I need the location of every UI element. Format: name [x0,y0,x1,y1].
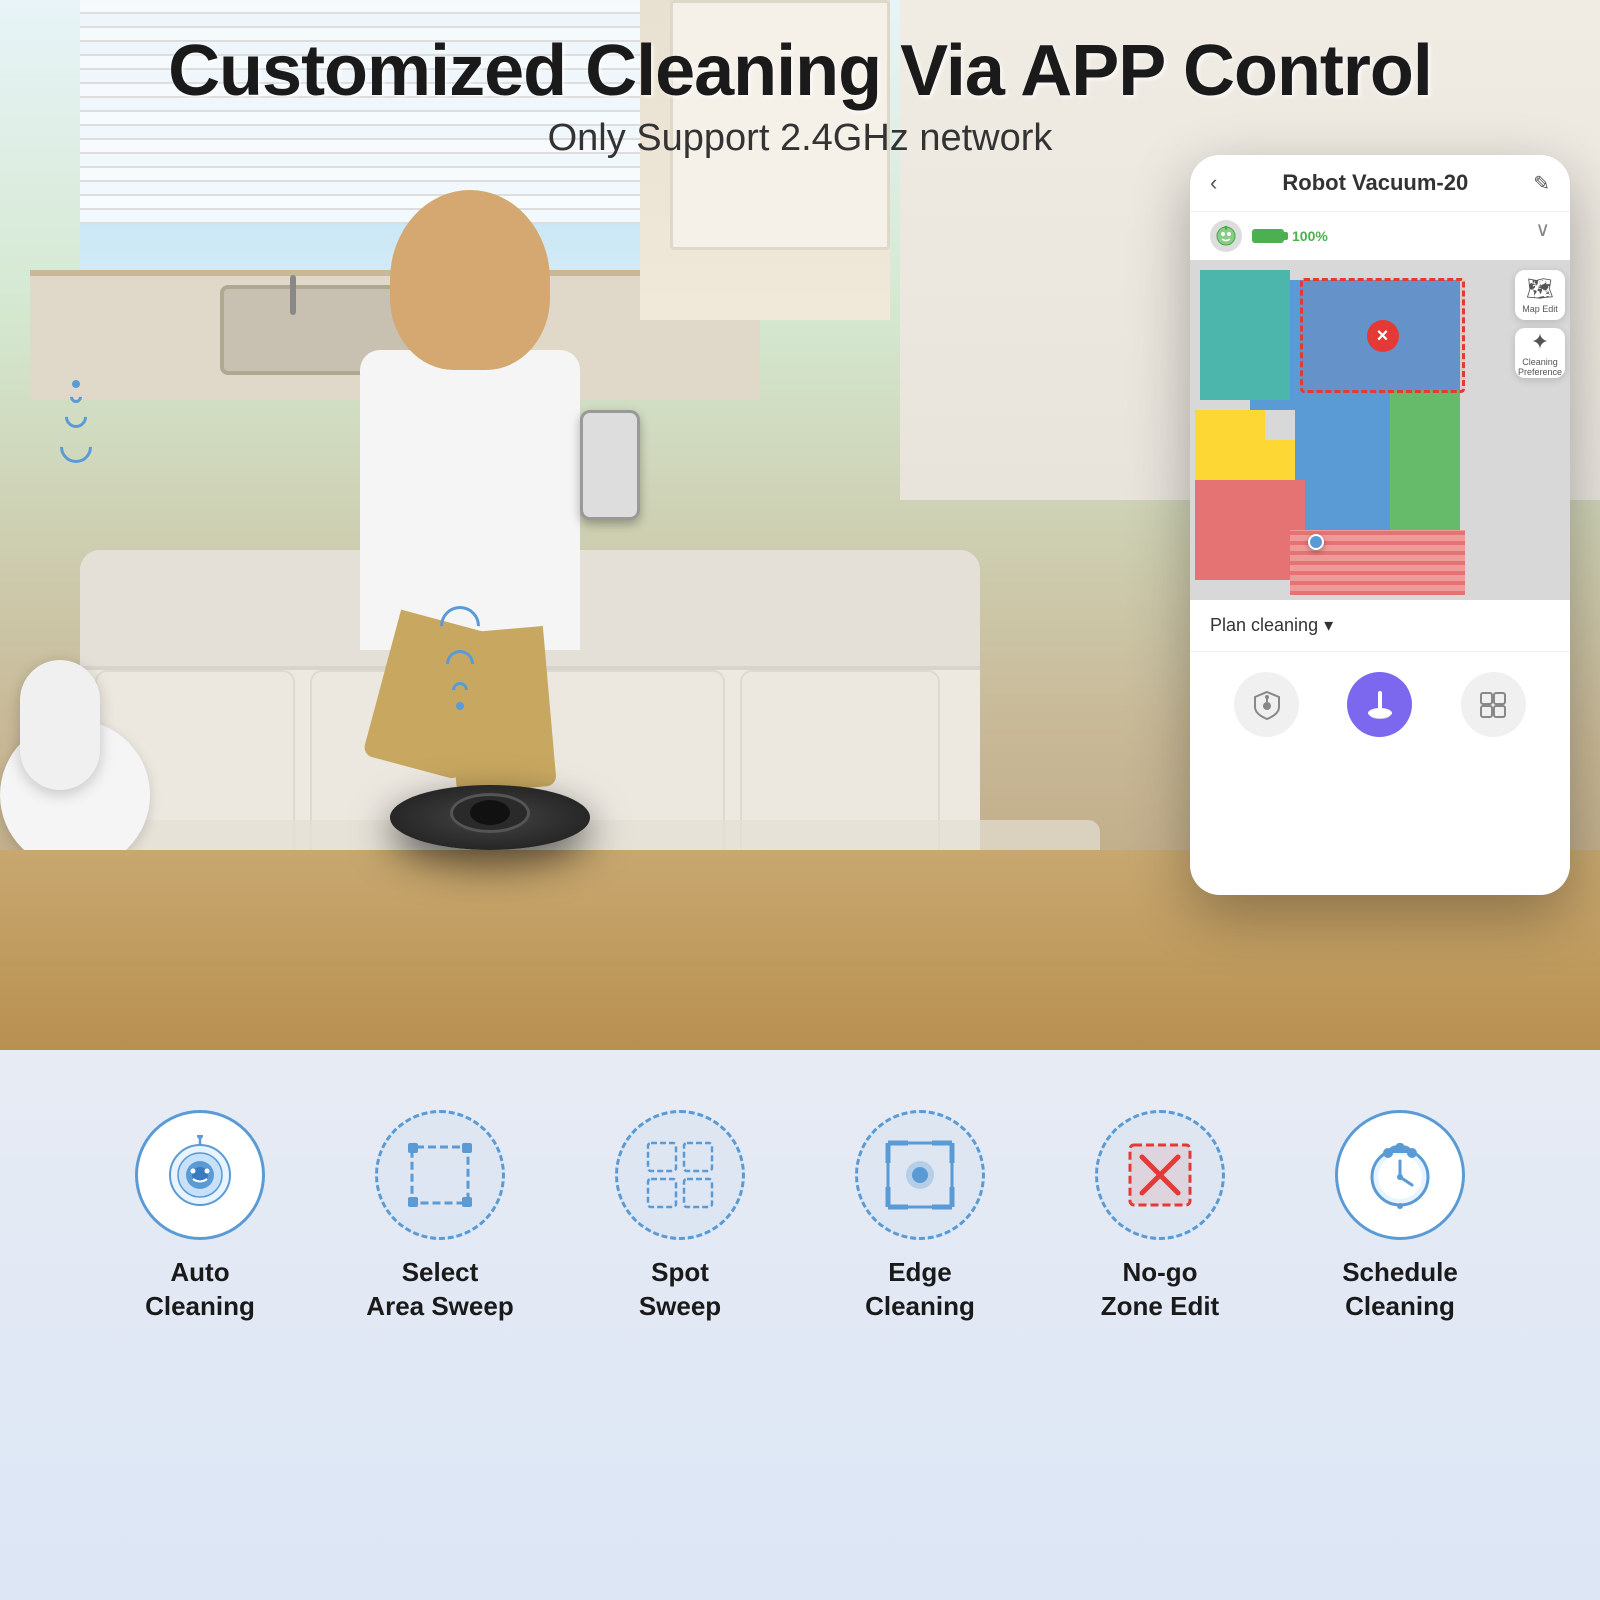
auto-cleaning-svg [160,1135,240,1215]
schedule-cleaning-icon-circle [1335,1110,1465,1240]
spot-sweep-icon-circle [615,1110,745,1240]
selected-zone[interactable]: × [1300,278,1465,393]
room-green [1390,390,1460,530]
map-edit-icon: 🗺 [1526,276,1554,302]
shield-icon [1251,689,1283,721]
feature-schedule-cleaning: Schedule Cleaning [1290,1110,1510,1324]
edit-button[interactable]: ✎ [1533,171,1550,196]
feature-nogo-zone: No-go Zone Edit [1050,1110,1270,1324]
feature-spot-sweep: Spot Sweep [570,1110,790,1324]
room-red [1195,480,1305,580]
phone-app-ui: ‹ Robot Vacuum-20 ✎ ∨ 100% [1190,155,1570,895]
status-bar: 100% [1190,212,1570,260]
wifi-signal-robot [440,606,480,710]
edge-cleaning-label: Edge Cleaning [865,1256,975,1324]
battery-percent: 100% [1292,228,1328,244]
plan-cleaning-section: Plan cleaning ▾ [1190,600,1570,652]
grid-icon [1477,689,1509,721]
wifi-signal-left [60,380,92,463]
auto-cleaning-icon-circle [135,1110,265,1240]
cleaning-modes-row [1190,652,1570,757]
edge-cleaning-icon-circle [855,1110,985,1240]
main-title: Customized Cleaning Via APP Control [0,30,1600,112]
person-figure [280,170,660,850]
shield-mode-button[interactable] [1234,672,1299,737]
cleaning-pref-icon: ✦ [1531,329,1549,355]
expand-button[interactable]: ∨ [1535,217,1550,242]
cleaning-pref-label: Cleaning Preference [1515,358,1565,378]
floor-map[interactable]: × 🗺 Map Edit ✦ Cleaning Preference [1190,260,1570,600]
area-sweep-svg [400,1135,480,1215]
robot-status-icon [1210,220,1242,252]
auto-cleaning-label: Auto Cleaning [145,1256,255,1324]
plan-label-text: Plan cleaning [1210,615,1318,636]
plan-label-arrow: ▾ [1324,615,1333,636]
header-section: Customized Cleaning Via APP Control Only… [0,30,1600,160]
schedule-cleaning-svg [1360,1135,1440,1215]
nogo-zone-svg [1120,1135,1200,1215]
grid-mode-button[interactable] [1461,672,1526,737]
features-row: Auto Cleaning Select Area Sweep [80,1110,1520,1324]
spot-sweep-svg [640,1135,720,1215]
nogo-zone-icon-circle [1095,1110,1225,1240]
map-edit-label: Map Edit [1522,305,1558,315]
battery-status: 100% [1252,228,1328,244]
robot-vacuum [390,785,590,850]
sub-title: Only Support 2.4GHz network [0,117,1600,160]
feature-auto-cleaning: Auto Cleaning [90,1110,310,1324]
delete-zone-button[interactable]: × [1367,320,1399,352]
edge-cleaning-svg [880,1135,960,1215]
plan-label[interactable]: Plan cleaning ▾ [1210,615,1550,636]
area-sweep-label: Select Area Sweep [366,1256,513,1324]
broom-mode-button[interactable] [1347,672,1412,737]
feature-area-sweep: Select Area Sweep [330,1110,550,1324]
area-sweep-icon-circle [375,1110,505,1240]
spot-sweep-label: Spot Sweep [639,1256,721,1324]
phone-app-title: Robot Vacuum-20 [1217,170,1533,196]
schedule-cleaning-label: Schedule Cleaning [1342,1256,1458,1324]
broom-icon [1362,687,1398,723]
robot-position-dot [1308,534,1324,550]
cleaning-preference-button[interactable]: ✦ Cleaning Preference [1515,328,1565,378]
room-teal-2 [1200,270,1290,400]
smart-speaker [20,660,100,790]
nogo-zone-label: No-go Zone Edit [1101,1256,1219,1324]
map-tools-panel: 🗺 Map Edit ✦ Cleaning Preference [1515,270,1565,378]
phone-header: ‹ Robot Vacuum-20 ✎ [1190,155,1570,212]
back-button[interactable]: ‹ [1210,170,1217,196]
feature-edge-cleaning: Edge Cleaning [810,1110,1030,1324]
map-edit-button[interactable]: 🗺 Map Edit [1515,270,1565,320]
features-section: Auto Cleaning Select Area Sweep [0,1050,1600,1600]
